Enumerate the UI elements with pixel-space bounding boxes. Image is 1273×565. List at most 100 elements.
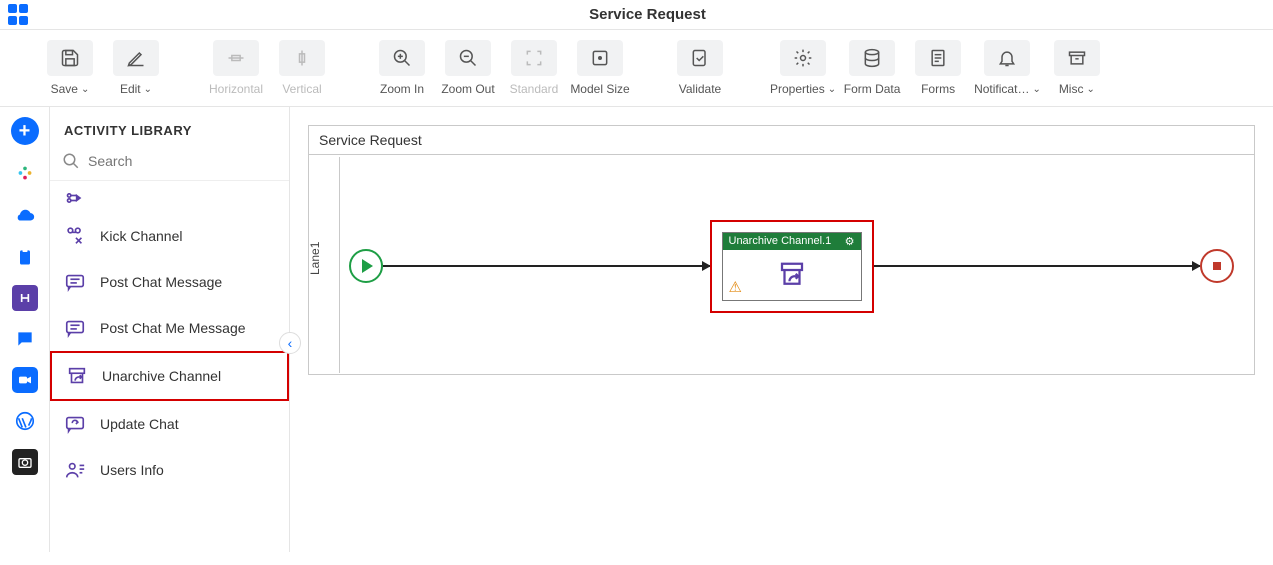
chevron-down-icon: ⌄	[144, 84, 152, 95]
add-button[interactable]: +	[11, 117, 39, 145]
horizontal-button: Horizontal	[206, 40, 266, 96]
misc-button[interactable]: Misc⌄	[1047, 40, 1107, 96]
apps-icon[interactable]	[8, 4, 30, 26]
model-size-icon	[577, 40, 623, 76]
camera-icon[interactable]	[12, 449, 38, 475]
list-item-partial[interactable]	[50, 181, 289, 213]
fit-standard-icon	[511, 40, 557, 76]
notifications-label: Notificat…	[974, 82, 1029, 96]
video-icon[interactable]	[12, 367, 38, 393]
lane-divider	[339, 157, 340, 373]
archive-icon	[1054, 40, 1100, 76]
validate-icon	[677, 40, 723, 76]
lane-label: Lane1	[308, 241, 322, 274]
chevron-down-icon: ⌄	[1032, 84, 1040, 95]
list-item[interactable]: Kick Channel	[50, 213, 289, 259]
zoom-in-label: Zoom In	[380, 82, 424, 96]
end-node[interactable]	[1200, 249, 1234, 283]
gear-icon[interactable]: ⚙	[845, 235, 855, 248]
align-vertical-icon	[279, 40, 325, 76]
list-item-label: Post Chat Message	[100, 274, 222, 290]
align-horizontal-icon	[213, 40, 259, 76]
forms-icon	[915, 40, 961, 76]
save-icon	[47, 40, 93, 76]
vertical-button: Vertical	[272, 40, 332, 96]
activity-library: ACTIVITY LIBRARY Kick Channel Post Chat …	[50, 107, 290, 552]
save-label: Save	[51, 82, 78, 96]
library-title: ACTIVITY LIBRARY	[50, 107, 289, 146]
text-block-icon[interactable]	[12, 285, 38, 311]
connector[interactable]	[874, 265, 1201, 267]
standard-button: Standard	[504, 40, 564, 96]
library-list[interactable]: Kick Channel Post Chat Message Post Chat…	[50, 181, 289, 552]
bell-icon	[984, 40, 1030, 76]
unarchive-icon	[64, 363, 90, 389]
canvas-wrap: Service Request Lane1 Unarchive Channel.…	[290, 107, 1273, 552]
chat-icon[interactable]	[11, 325, 39, 353]
zoom-out-button[interactable]: Zoom Out	[438, 40, 498, 96]
chevron-down-icon: ⌄	[81, 84, 89, 95]
zoom-in-icon	[379, 40, 425, 76]
forms-button[interactable]: Forms	[908, 40, 968, 96]
left-rail: +	[0, 107, 50, 552]
notifications-button[interactable]: Notificat…⌄	[974, 40, 1041, 96]
activity-node[interactable]: Unarchive Channel.1 ⚙ ⚠	[722, 232, 862, 301]
wordpress-icon[interactable]	[11, 407, 39, 435]
search-row	[50, 146, 289, 181]
form-data-label: Form Data	[844, 82, 901, 96]
process-canvas[interactable]: Service Request Lane1 Unarchive Channel.…	[308, 125, 1255, 375]
collapse-button[interactable]: ‹	[279, 332, 301, 354]
page-title: Service Request	[30, 6, 1265, 23]
flow-row: Unarchive Channel.1 ⚙ ⚠	[349, 236, 1234, 296]
connector[interactable]	[383, 265, 710, 267]
edit-label: Edit	[120, 82, 141, 96]
properties-label: Properties	[770, 82, 825, 96]
warning-icon: ⚠	[729, 278, 742, 296]
branch-icon	[62, 185, 88, 211]
zoom-in-button[interactable]: Zoom In	[372, 40, 432, 96]
forms-label: Forms	[921, 82, 955, 96]
vertical-label: Vertical	[282, 82, 321, 96]
list-item[interactable]: Update Chat	[50, 401, 289, 447]
unarchive-icon	[774, 260, 810, 290]
activity-body: ⚠	[723, 250, 861, 300]
list-item-label: Post Chat Me Message	[100, 320, 246, 336]
list-item[interactable]: Post Chat Me Message	[50, 305, 289, 351]
chevron-left-icon: ‹	[288, 335, 293, 351]
update-chat-icon	[62, 411, 88, 437]
validate-label: Validate	[679, 82, 721, 96]
properties-button[interactable]: Properties⌄	[770, 40, 836, 96]
standard-label: Standard	[510, 82, 559, 96]
activity-highlight: Unarchive Channel.1 ⚙ ⚠	[710, 220, 874, 313]
database-icon	[849, 40, 895, 76]
horizontal-label: Horizontal	[209, 82, 263, 96]
validate-button[interactable]: Validate	[670, 40, 730, 96]
activity-header: Unarchive Channel.1 ⚙	[723, 233, 861, 250]
activity-title: Unarchive Channel.1	[729, 235, 832, 247]
misc-label: Misc	[1059, 82, 1084, 96]
users-info-icon	[62, 457, 88, 483]
model-size-button[interactable]: Model Size	[570, 40, 630, 96]
main-area: + ACTIVITY LIBRARY	[0, 107, 1273, 552]
model-size-label: Model Size	[570, 82, 629, 96]
chevron-down-icon: ⌄	[1086, 84, 1094, 95]
slack-icon[interactable]	[11, 159, 39, 187]
toolbar: Save⌄ Edit⌄ Horizontal Vertical Zoom In …	[0, 30, 1273, 107]
list-item[interactable]: Users Info	[50, 447, 289, 493]
chat-message-icon	[62, 269, 88, 295]
edit-button[interactable]: Edit⌄	[106, 40, 166, 96]
cloud-icon[interactable]	[11, 201, 39, 229]
kick-icon	[62, 223, 88, 249]
list-item-label: Update Chat	[100, 416, 179, 432]
start-node[interactable]	[349, 249, 383, 283]
form-data-button[interactable]: Form Data	[842, 40, 902, 96]
clipboard-icon[interactable]	[11, 243, 39, 271]
save-button[interactable]: Save⌄	[40, 40, 100, 96]
search-input[interactable]	[88, 153, 277, 169]
edit-icon	[113, 40, 159, 76]
zoom-out-label: Zoom Out	[441, 82, 494, 96]
list-item-label: Kick Channel	[100, 228, 183, 244]
chevron-down-icon: ⌄	[828, 84, 836, 95]
list-item[interactable]: Post Chat Message	[50, 259, 289, 305]
list-item-unarchive[interactable]: Unarchive Channel	[50, 351, 289, 401]
